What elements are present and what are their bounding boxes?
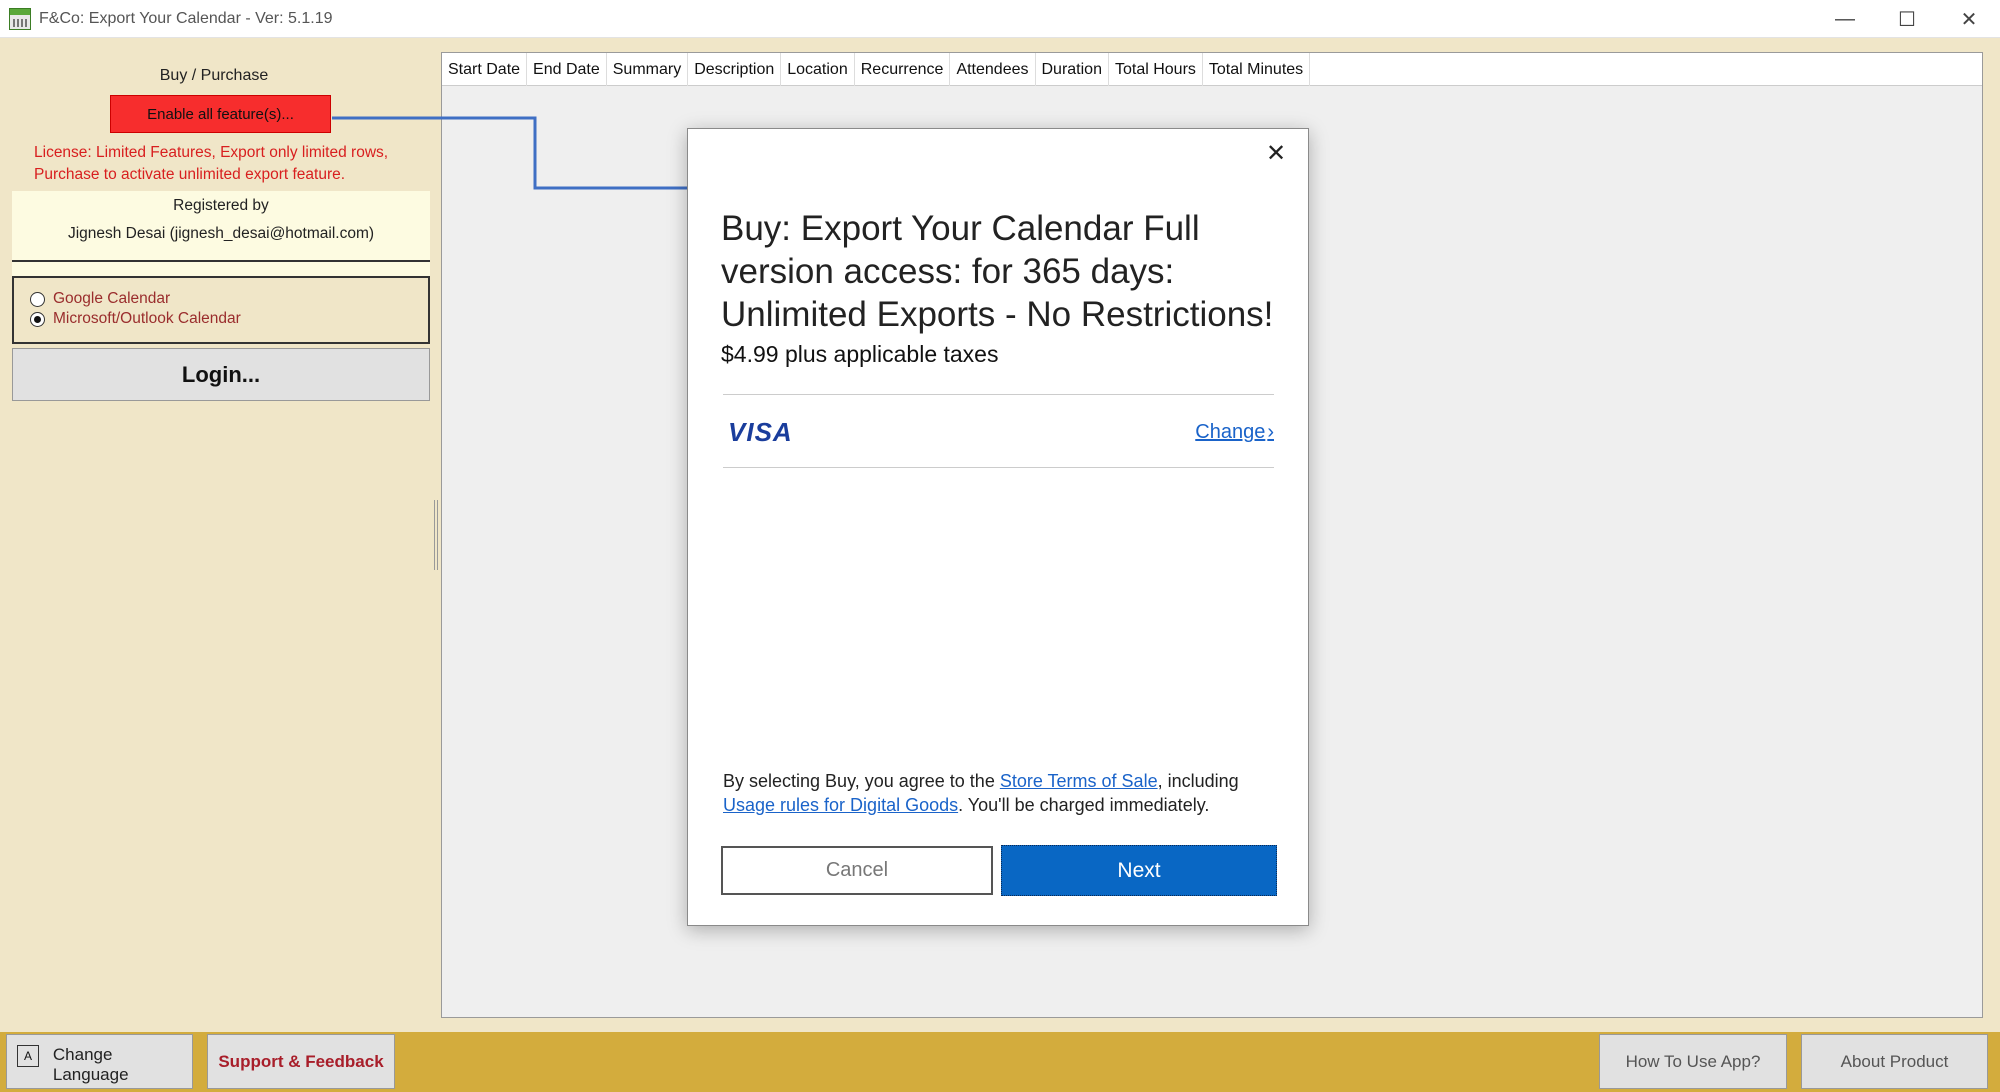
- divider: [723, 394, 1274, 395]
- dialog-title: Buy: Export Your Calendar Full version a…: [721, 209, 1274, 334]
- translate-icon: A: [17, 1045, 39, 1067]
- next-button[interactable]: Next: [1001, 845, 1277, 896]
- purchase-dialog: ✕ Buy: Export Your Calendar Full version…: [687, 128, 1309, 926]
- how-to-use-button[interactable]: How To Use App?: [1599, 1034, 1787, 1089]
- terms-mid: , including: [1157, 771, 1239, 791]
- support-feedback-button[interactable]: Support & Feedback: [207, 1034, 395, 1089]
- usage-rules-link[interactable]: Usage rules for Digital Goods: [723, 795, 958, 815]
- chevron-right-icon: ›: [1267, 421, 1274, 443]
- change-language-label: Change Language: [52, 1045, 129, 1084]
- divider: [723, 467, 1274, 468]
- terms-text: By selecting Buy, you agree to the Store…: [723, 769, 1283, 817]
- close-icon[interactable]: ✕: [1264, 140, 1288, 167]
- terms-prefix: By selecting Buy, you agree to the: [723, 771, 1000, 791]
- about-product-button[interactable]: About Product: [1801, 1034, 1988, 1089]
- bottom-toolbar: A Change Language Support & Feedback How…: [0, 1032, 2000, 1092]
- terms-suffix: . You'll be charged immediately.: [958, 795, 1210, 815]
- price-text: $4.99 plus applicable taxes: [721, 341, 999, 367]
- change-payment-link[interactable]: Change ›: [1195, 421, 1274, 444]
- visa-logo: VISA: [728, 417, 793, 447]
- store-terms-link[interactable]: Store Terms of Sale: [1000, 771, 1158, 791]
- change-language-button[interactable]: A Change Language: [6, 1034, 193, 1089]
- cancel-button[interactable]: Cancel: [721, 846, 993, 895]
- change-link-label[interactable]: Change: [1195, 421, 1265, 444]
